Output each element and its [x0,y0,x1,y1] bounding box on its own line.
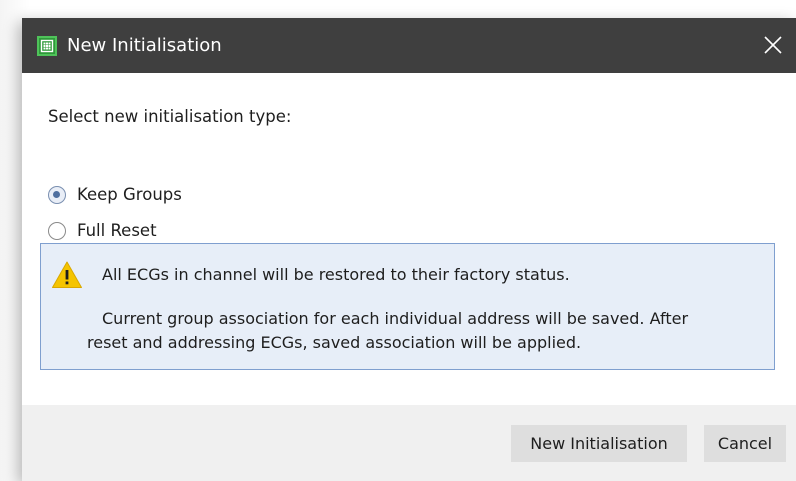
option-full-reset[interactable]: Full Reset [48,218,157,244]
title-bar[interactable]: New Initialisation [22,18,796,73]
dialog-content: Select new initialisation type: Keep Gro… [22,73,796,405]
cancel-button[interactable]: Cancel [704,425,786,462]
info-detail-line-1: Current group association for each indiv… [102,309,689,328]
keep-groups-radio[interactable] [48,186,66,204]
warning-icon [51,260,83,294]
info-detail-line-2: reset and addressing ECGs, saved associa… [87,333,582,352]
full-reset-label[interactable]: Full Reset [77,220,157,242]
window-title: New Initialisation [67,35,222,56]
option-keep-groups[interactable]: Keep Groups [48,182,182,208]
initialisation-type-prompt: Select new initialisation type: [48,107,292,126]
grid-app-icon [37,36,57,56]
new-initialisation-dialog: New Initialisation Select new initialisa… [22,18,796,481]
keep-groups-label[interactable]: Keep Groups [77,184,182,206]
full-reset-radio[interactable] [48,222,66,240]
warning-message: All ECGs in channel will be restored to … [102,265,570,284]
warning-info-box: All ECGs in channel will be restored to … [40,243,775,370]
dialog-footer: New Initialisation Cancel [22,405,796,481]
close-button[interactable] [750,18,796,73]
new-initialisation-button[interactable]: New Initialisation [511,425,687,462]
close-icon [764,36,782,54]
